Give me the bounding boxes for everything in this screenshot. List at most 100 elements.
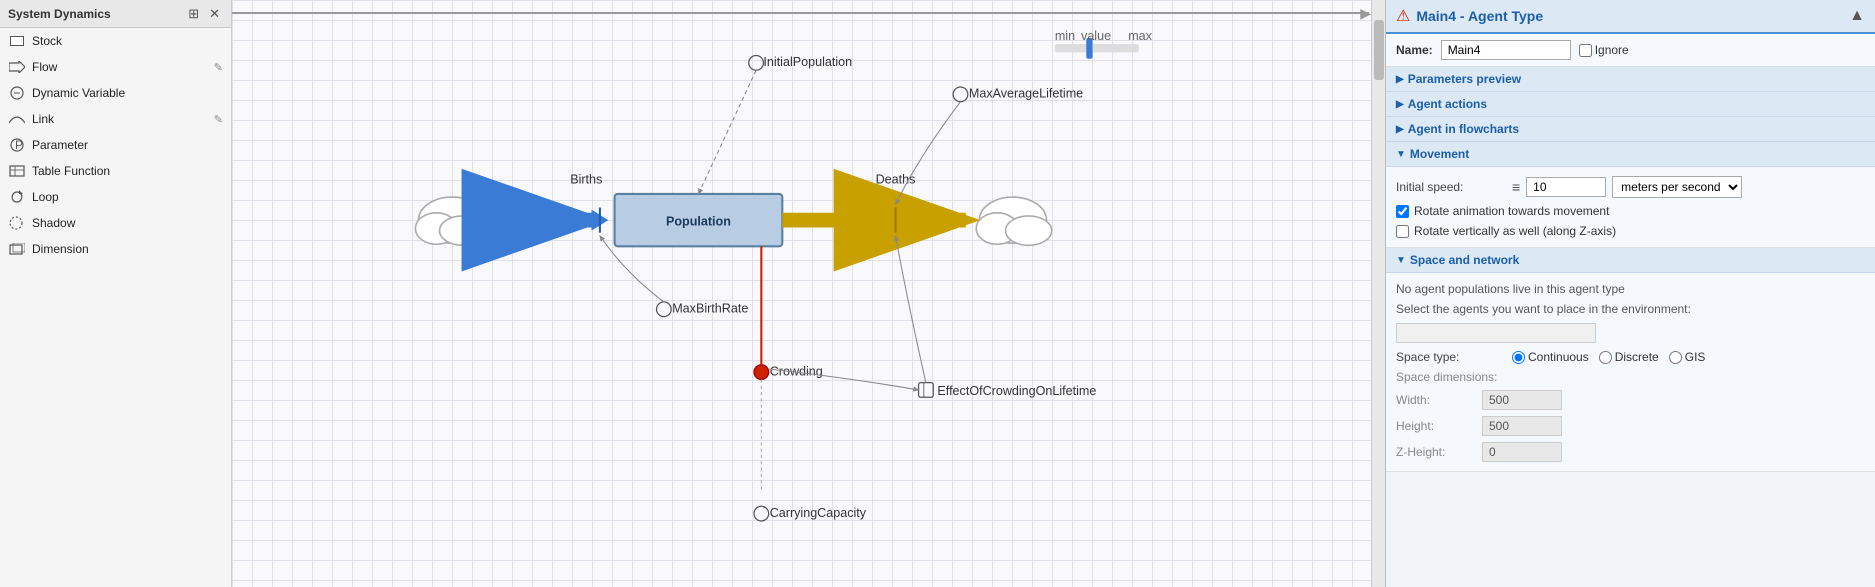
sidebar-item-edit-link: ✎	[214, 113, 223, 126]
space-type-row: Space type: Continuous Discrete GIS	[1396, 347, 1865, 367]
shadow-icon	[8, 214, 26, 232]
width-input[interactable]	[1482, 390, 1562, 410]
dynvar-icon	[8, 84, 26, 102]
dimension-icon	[8, 240, 26, 258]
canvas-area[interactable]: ▶ Population	[232, 0, 1385, 587]
svg-text:P: P	[15, 138, 23, 152]
table-function-icon	[8, 162, 26, 180]
svg-text:MaxBirthRate: MaxBirthRate	[672, 301, 748, 315]
right-panel: ⚠ Main4 - Agent Type ▲ Name: Ignore Para…	[1385, 0, 1875, 587]
width-label: Width:	[1396, 393, 1476, 407]
height-input[interactable]	[1482, 416, 1562, 436]
canvas-scrollbar[interactable]	[1371, 0, 1385, 587]
select-agents-text: Select the agents you want to place in t…	[1396, 299, 1865, 319]
rotate-animation-checkbox[interactable]	[1396, 205, 1409, 218]
top-arrow-line	[232, 12, 1369, 14]
movement-header[interactable]: Movement	[1386, 142, 1875, 167]
sidebar-item-link[interactable]: Link ✎	[0, 106, 231, 132]
no-populations-text: No agent populations live in this agent …	[1396, 279, 1865, 299]
sidebar-item-label-dimension: Dimension	[32, 242, 223, 256]
continuous-radio-label: Continuous	[1512, 350, 1589, 364]
sidebar-item-label-table: Table Function	[32, 164, 223, 178]
svg-text:CarryingCapacity: CarryingCapacity	[770, 506, 867, 520]
right-panel-close-btn[interactable]: ▲	[1849, 7, 1865, 25]
name-input[interactable]	[1441, 40, 1571, 60]
svg-text:max: max	[1128, 29, 1152, 43]
gis-radio[interactable]	[1669, 351, 1682, 364]
gis-radio-label: GIS	[1669, 350, 1706, 364]
rotate-vertically-row: Rotate vertically as well (along Z-axis)	[1396, 221, 1865, 241]
space-type-label: Space type:	[1396, 350, 1506, 364]
z-height-input[interactable]	[1482, 442, 1562, 462]
parameters-preview-header[interactable]: Parameters preview	[1386, 67, 1875, 92]
name-row: Name: Ignore	[1386, 34, 1875, 67]
initial-speed-row: Initial speed: ≡ meters per second km pe…	[1396, 173, 1865, 201]
sidebar-item-edit-flow: ✎	[214, 61, 223, 74]
sidebar-item-shadow[interactable]: Shadow	[0, 210, 231, 236]
svg-text:Crowding: Crowding	[770, 364, 823, 378]
agents-input-wrapper	[1396, 323, 1865, 343]
sidebar-item-parameter[interactable]: P Parameter	[0, 132, 231, 158]
flow-icon	[8, 58, 26, 76]
sidebar: System Dynamics ⊞ ✕ Stock Flow ✎ Dynamic…	[0, 0, 232, 587]
sidebar-item-loop[interactable]: Loop	[0, 184, 231, 210]
link-icon	[8, 110, 26, 128]
sidebar-header-icons: ⊞ ✕	[185, 5, 223, 23]
space-type-radios: Continuous Discrete GIS	[1512, 350, 1705, 364]
sidebar-item-dimension[interactable]: Dimension	[0, 236, 231, 262]
speed-icon: ≡	[1512, 179, 1520, 195]
rotate-vertically-checkbox[interactable]	[1396, 225, 1409, 238]
sidebar-item-flow[interactable]: Flow ✎	[0, 54, 231, 80]
z-height-row: Z-Height:	[1396, 439, 1865, 465]
sidebar-item-table-function[interactable]: Table Function	[0, 158, 231, 184]
space-dimensions-row: Space dimensions:	[1396, 367, 1865, 387]
initial-speed-label: Initial speed:	[1396, 180, 1506, 194]
discrete-radio[interactable]	[1599, 351, 1612, 364]
sidebar-item-label-param: Parameter	[32, 138, 223, 152]
movement-body: Initial speed: ≡ meters per second km pe…	[1386, 167, 1875, 248]
svg-text:Deaths: Deaths	[876, 172, 916, 186]
sidebar-item-label-flow: Flow	[32, 60, 214, 74]
top-arrow-head: ▶	[1360, 6, 1371, 20]
initial-speed-input[interactable]	[1526, 177, 1606, 197]
svg-text:InitialPopulation: InitialPopulation	[763, 55, 852, 69]
ignore-checkbox[interactable]	[1579, 44, 1592, 57]
height-label: Height:	[1396, 419, 1476, 433]
svg-text:value: value	[1081, 29, 1111, 43]
param-icon: P	[8, 136, 26, 154]
svg-text:Population: Population	[666, 214, 731, 228]
sidebar-item-label-shadow: Shadow	[32, 216, 223, 230]
space-and-network-header[interactable]: Space and network	[1386, 248, 1875, 273]
z-height-label: Z-Height:	[1396, 445, 1476, 459]
sidebar-item-label-dynvar: Dynamic Variable	[32, 86, 223, 100]
error-icon: ⚠	[1396, 6, 1410, 26]
agent-in-flowcharts-header[interactable]: Agent in flowcharts	[1386, 117, 1875, 142]
space-and-network-body: No agent populations live in this agent …	[1386, 273, 1875, 472]
sidebar-close-btn[interactable]: ✕	[206, 5, 223, 23]
continuous-radio[interactable]	[1512, 351, 1525, 364]
sidebar-item-label-link: Link	[32, 112, 214, 126]
svg-text:MaxAverageLifetime: MaxAverageLifetime	[969, 86, 1083, 100]
svg-text:EffectOfCrowdingOnLifetime: EffectOfCrowdingOnLifetime	[937, 384, 1096, 398]
agents-select-input[interactable]	[1396, 323, 1596, 343]
sidebar-item-label-loop: Loop	[32, 190, 223, 204]
diagram-svg: Population Births Deaths InitialPopulati…	[232, 0, 1385, 587]
ignore-label: Ignore	[1579, 43, 1629, 57]
speed-unit-select[interactable]: meters per second km per hour	[1612, 176, 1742, 198]
agent-actions-header[interactable]: Agent actions	[1386, 92, 1875, 117]
stock-icon	[8, 32, 26, 50]
sidebar-title: System Dynamics	[8, 7, 111, 21]
right-panel-header: ⚠ Main4 - Agent Type ▲	[1386, 0, 1875, 34]
right-panel-title: Main4 - Agent Type	[1416, 8, 1543, 24]
space-dimensions-label: Space dimensions:	[1396, 370, 1497, 384]
sidebar-header: System Dynamics ⊞ ✕	[0, 0, 231, 28]
svg-text:Births: Births	[570, 172, 602, 186]
sidebar-item-stock[interactable]: Stock	[0, 28, 231, 54]
scrollbar-thumb	[1374, 20, 1384, 80]
sidebar-item-dynamic-variable[interactable]: Dynamic Variable	[0, 80, 231, 106]
loop-icon	[8, 188, 26, 206]
svg-text:min: min	[1055, 29, 1075, 43]
name-label: Name:	[1396, 43, 1433, 57]
sidebar-grid-btn[interactable]: ⊞	[185, 5, 202, 23]
width-row: Width:	[1396, 387, 1865, 413]
